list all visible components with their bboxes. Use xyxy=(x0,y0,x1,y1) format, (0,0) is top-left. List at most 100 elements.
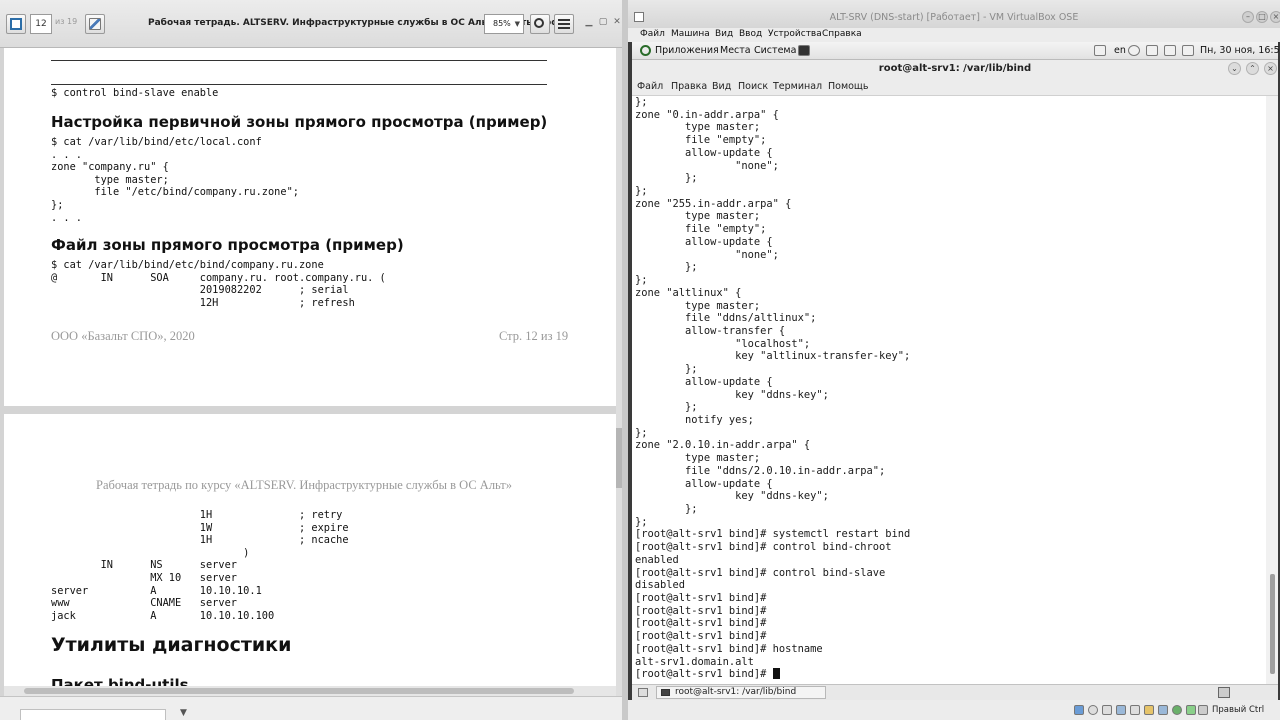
close-button[interactable]: ✕ xyxy=(612,17,622,27)
terminal-prompt: [root@alt-srv1 bind]# xyxy=(635,668,773,681)
storage-icon[interactable] xyxy=(1074,705,1084,715)
terminal-menu-help[interactable]: Помощь xyxy=(828,81,868,92)
page-footer-left: ООО «Базальт СПО», 2020 xyxy=(51,329,195,343)
minimize-button[interactable]: ⌄ xyxy=(1228,62,1241,75)
page-footer-right: Стр. 12 из 19 xyxy=(499,329,569,343)
section-heading: Пакет bind-utils xyxy=(51,676,189,686)
guest-top-panel: Приложения Места Система en Пн, 30 ноя, … xyxy=(632,42,1280,60)
audio-icon[interactable] xyxy=(1102,705,1112,715)
maximize-button[interactable]: ⌃ xyxy=(1246,62,1259,75)
code-block: $ cat /var/lib/bind/etc/bind/company.ru.… xyxy=(51,259,386,309)
zoom-value: 85% xyxy=(493,19,511,28)
search-button[interactable] xyxy=(530,14,550,34)
chevron-down-icon: ▼ xyxy=(514,20,520,28)
close-button[interactable]: × xyxy=(1270,11,1280,23)
pdf-page: Рабочая тетрадь по курсу «ALTSERV. Инфра… xyxy=(4,414,616,686)
page-total-label: из 19 xyxy=(55,17,78,26)
optical-drive-icon[interactable] xyxy=(1088,705,1098,715)
zoom-select[interactable]: 85% ▼ xyxy=(484,14,524,34)
terminal-menu-edit[interactable]: Правка xyxy=(671,81,707,92)
sidebar-toggle-button[interactable] xyxy=(6,14,26,34)
terminal-menu-terminal[interactable]: Терминал xyxy=(773,81,822,92)
vbox-menubar: Файл Машина Вид Ввод Устройства Справка xyxy=(628,28,1280,42)
minimize-button[interactable]: – xyxy=(1242,11,1254,23)
code-line: $ control bind-slave enable xyxy=(51,87,219,99)
host-key-indicator: Правый Ctrl xyxy=(1212,705,1265,715)
virtualbox-window: ALT-SRV (DNS-start) [Работает] - VM Virt… xyxy=(628,0,1280,720)
panel-menu-system[interactable]: Система xyxy=(754,45,796,56)
divider xyxy=(51,84,547,85)
show-desktop-icon[interactable] xyxy=(638,688,648,697)
sidebar-icon xyxy=(10,18,22,30)
scrollbar-thumb[interactable] xyxy=(1270,574,1275,674)
terminal-output[interactable]: }; zone "0.in-addr.arpa" { type master; … xyxy=(632,96,1266,684)
scrollbar-thumb[interactable] xyxy=(24,688,574,694)
close-button[interactable]: × xyxy=(1264,62,1277,75)
pdf-page: $ control bind-slave enable Настройка пе… xyxy=(4,48,616,406)
page-header: Рабочая тетрадь по курсу «ALTSERV. Инфра… xyxy=(96,478,512,492)
display-icon[interactable] xyxy=(1158,705,1168,715)
divider xyxy=(51,60,547,61)
hamburger-menu-icon xyxy=(558,19,570,29)
keyboard-layout-indicator[interactable]: en xyxy=(1114,45,1126,56)
cpu-activity-icon[interactable] xyxy=(1186,705,1196,715)
code-block: 1H ; retry 1W ; expire 1H ; ncache ) IN … xyxy=(51,509,349,622)
volume-icon[interactable] xyxy=(1128,45,1140,56)
annotate-button[interactable] xyxy=(85,14,105,34)
taskbar-field[interactable] xyxy=(20,709,166,720)
terminal-scrollbar[interactable] xyxy=(1266,96,1278,684)
section-heading: Файл зоны прямого просмотра (пример) xyxy=(51,236,404,254)
maximize-button[interactable]: □ xyxy=(1256,11,1268,23)
chevron-down-icon[interactable]: ▼ xyxy=(180,708,187,718)
panel-menu-applications[interactable]: Приложения xyxy=(655,45,719,56)
panel-menu-places[interactable]: Места xyxy=(720,45,751,56)
taskbar-item-label: root@alt-srv1: /var/lib/bind xyxy=(675,687,797,697)
vbox-menu-file[interactable]: Файл xyxy=(640,29,665,39)
terminal-icon xyxy=(661,689,670,696)
pencil-icon xyxy=(89,18,101,30)
guest-bottom-panel: root@alt-srv1: /var/lib/bind xyxy=(632,684,1278,700)
shared-folders-icon[interactable] xyxy=(1144,705,1154,715)
alt-logo-icon[interactable] xyxy=(640,45,651,56)
horizontal-scrollbar[interactable] xyxy=(4,686,616,696)
terminal-cursor xyxy=(772,668,780,680)
page-number-input[interactable]: 12 xyxy=(30,14,52,34)
mouse-integration-icon[interactable] xyxy=(1198,705,1208,715)
terminal-title: root@alt-srv1: /var/lib/bind xyxy=(878,63,1032,74)
vbox-menu-devices[interactable]: Устройства xyxy=(768,29,822,39)
minimize-button[interactable]: ▁ xyxy=(584,17,594,27)
terminal-titlebar: root@alt-srv1: /var/lib/bind ⌄ ⌃ × xyxy=(632,60,1278,78)
terminal-launcher-icon[interactable] xyxy=(798,45,810,56)
pdf-toolbar: 12 из 19 Рабочая тетрадь. ALTSERV. Инфра… xyxy=(0,0,622,48)
scrollbar-thumb[interactable] xyxy=(616,428,622,488)
menu-button[interactable] xyxy=(554,14,574,34)
vbox-menu-input[interactable]: Ввод xyxy=(739,29,762,39)
workspace-switcher-icon[interactable] xyxy=(1218,687,1230,698)
video-capture-icon[interactable] xyxy=(1172,705,1182,715)
section-heading: Утилиты диагностики xyxy=(51,634,292,656)
network-adapter-icon[interactable] xyxy=(1116,705,1126,715)
vbox-menu-machine[interactable]: Машина xyxy=(671,29,710,39)
terminal-menu-file[interactable]: Файл xyxy=(637,81,663,92)
host-taskbar: ▼ xyxy=(0,696,622,720)
network-icon[interactable] xyxy=(1164,45,1176,56)
terminal-menu-view[interactable]: Вид xyxy=(712,81,731,92)
folder-icon[interactable] xyxy=(1146,45,1158,56)
panel-clock[interactable]: Пн, 30 ноя, 16:58 xyxy=(1200,45,1280,56)
vbox-menu-view[interactable]: Вид xyxy=(715,29,733,39)
vbox-menu-help[interactable]: Справка xyxy=(822,29,862,39)
vertical-scrollbar[interactable] xyxy=(616,48,622,696)
pdf-viewer-window: 12 из 19 Рабочая тетрадь. ALTSERV. Инфра… xyxy=(0,0,622,720)
usb-icon[interactable] xyxy=(1130,705,1140,715)
vbox-window-title: ALT-SRV (DNS-start) [Работает] - VM Virt… xyxy=(829,12,1079,23)
terminal-menu-search[interactable]: Поиск xyxy=(738,81,768,92)
taskbar-item-terminal[interactable]: root@alt-srv1: /var/lib/bind xyxy=(656,686,826,699)
vbox-titlebar: ALT-SRV (DNS-start) [Работает] - VM Virt… xyxy=(628,0,1280,28)
display-icon[interactable] xyxy=(1182,45,1194,56)
terminal-menubar: Файл Правка Вид Поиск Терминал Помощь xyxy=(632,78,1278,96)
section-heading: Настройка первичной зоны прямого просмот… xyxy=(51,113,548,131)
code-block: $ cat /var/lib/bind/etc/local.conf . . .… xyxy=(51,136,299,224)
maximize-button[interactable]: ▢ xyxy=(598,17,608,27)
notes-icon[interactable] xyxy=(1094,45,1106,56)
vbox-statusbar: Правый Ctrl xyxy=(628,700,1280,720)
